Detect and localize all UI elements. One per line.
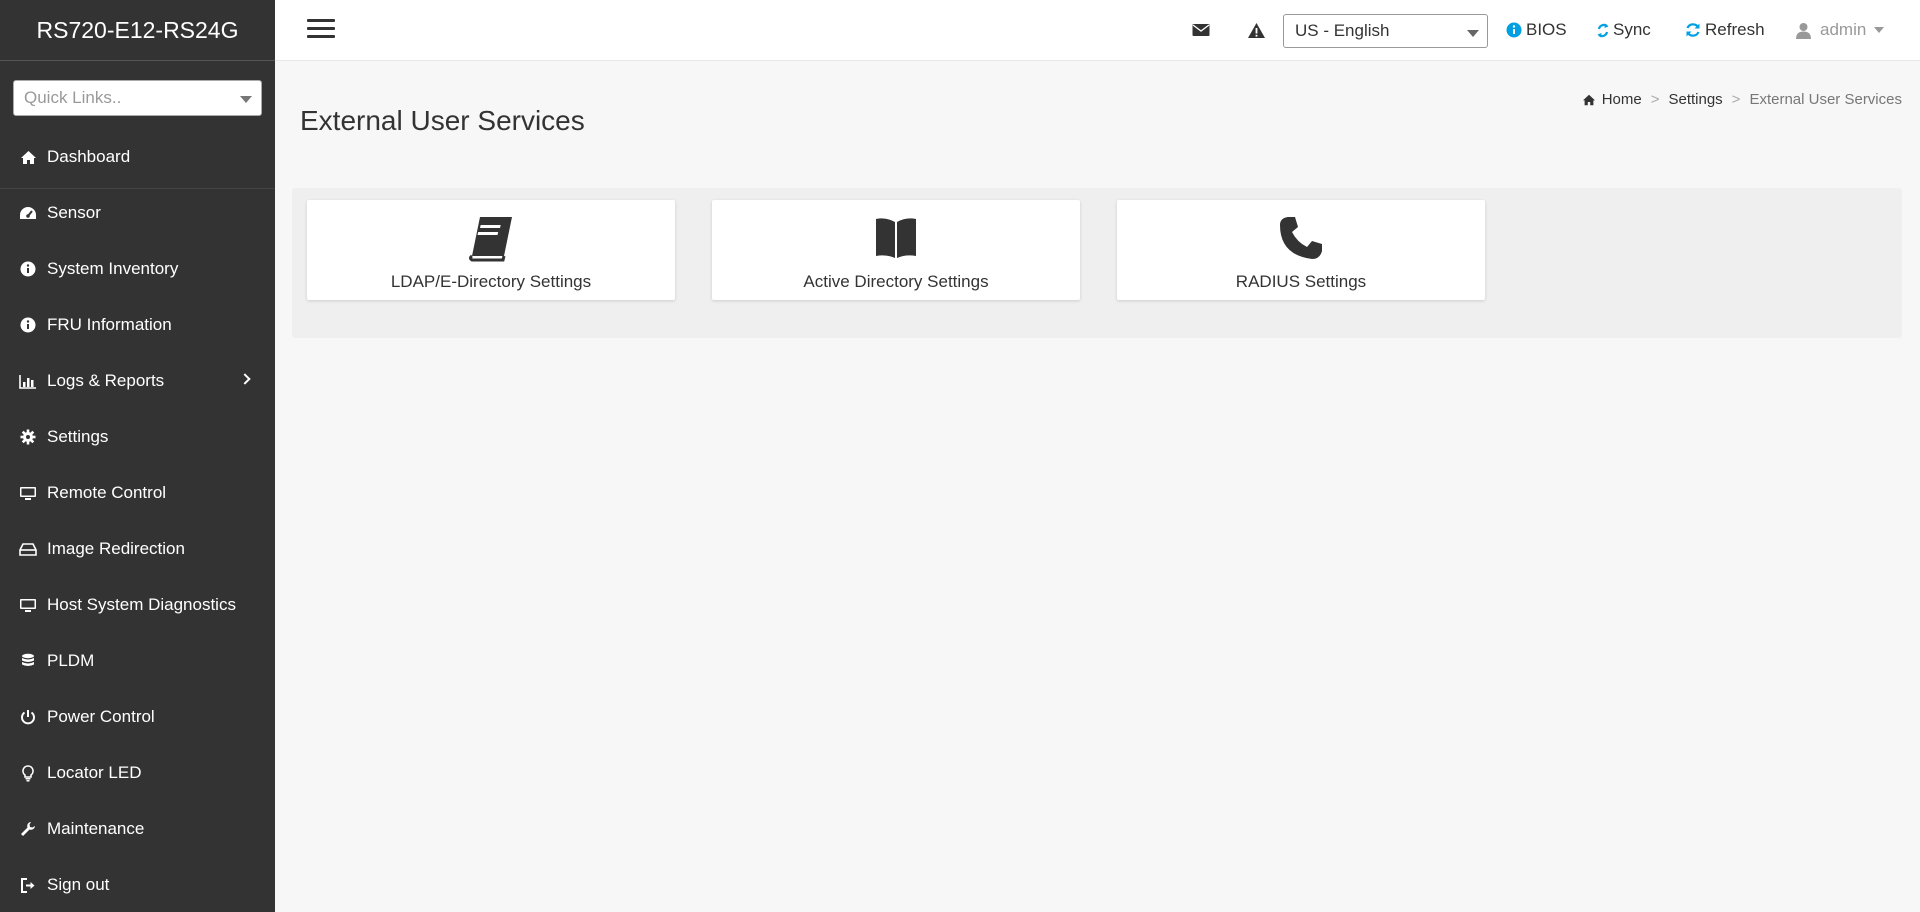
chevron-right-icon: [239, 373, 251, 385]
breadcrumb-home-label: Home: [1601, 91, 1642, 108]
sidebar-item-maintenance[interactable]: Maintenance: [0, 801, 275, 857]
chevron-down-icon: [1467, 30, 1479, 37]
user-menu[interactable]: admin: [1795, 18, 1885, 42]
top-bar: US - English BIOS Sync Refresh admin: [275, 0, 1920, 61]
language-select[interactable]: US - English: [1283, 14, 1488, 48]
card-label: LDAP/E-Directory Settings: [390, 272, 592, 291]
sidebar-item-host-system-diagnostics[interactable]: Host System Diagnostics: [0, 577, 275, 633]
refresh-icon: [1685, 22, 1701, 38]
power-icon: [18, 707, 38, 727]
card-ldap-settings[interactable]: LDAP/E-Directory Settings: [307, 200, 675, 300]
database-icon: [18, 651, 38, 671]
info-circle-icon: [1506, 22, 1522, 38]
open-book-icon: [874, 214, 918, 262]
wrench-icon: [18, 819, 38, 839]
services-panel: LDAP/E-Directory Settings Active Directo…: [292, 188, 1902, 338]
sidebar-item-label: Settings: [47, 427, 109, 446]
sidebar: RS720-E12-RS24G Quick Links.. Dashboard …: [0, 0, 275, 912]
sidebar-item-label: Remote Control: [47, 483, 167, 502]
sidebar-item-label: Dashboard: [47, 147, 131, 166]
monitor-icon: [18, 483, 38, 503]
user-label: admin: [1820, 20, 1867, 39]
sidebar-item-label: Locator LED: [47, 763, 142, 782]
breadcrumb: Home > Settings > External User Services: [1582, 91, 1902, 108]
lightbulb-icon: [18, 763, 38, 783]
card-radius-settings[interactable]: RADIUS Settings: [1117, 200, 1485, 300]
sidebar-nav: Dashboard Sensor System Inventory FRU In…: [0, 129, 275, 912]
sync-label: Sync: [1613, 20, 1651, 39]
quick-links-select[interactable]: Quick Links..: [13, 80, 262, 116]
sidebar-item-locator-led[interactable]: Locator LED: [0, 745, 275, 801]
breadcrumb-separator: >: [1650, 91, 1660, 108]
gauge-icon: [18, 203, 38, 223]
sidebar-item-label: Logs & Reports: [47, 371, 165, 390]
sidebar-item-remote-control[interactable]: Remote Control: [0, 465, 275, 521]
user-icon: [1795, 22, 1812, 39]
sidebar-item-label: System Inventory: [47, 259, 179, 278]
warning-icon[interactable]: [1245, 19, 1267, 41]
bios-label: BIOS: [1526, 20, 1567, 39]
card-active-directory-settings[interactable]: Active Directory Settings: [712, 200, 1080, 300]
sidebar-item-dashboard[interactable]: Dashboard: [0, 129, 275, 185]
phone-icon: [1278, 214, 1324, 262]
sidebar-item-fru-information[interactable]: FRU Information: [0, 297, 275, 353]
sync-icon: [1597, 23, 1609, 38]
book-icon: [466, 214, 516, 262]
sidebar-item-label: Maintenance: [47, 819, 145, 838]
envelope-icon[interactable]: [1190, 19, 1212, 41]
app-title: RS720-E12-RS24G: [0, 0, 275, 61]
sign-out-icon: [18, 875, 38, 895]
sidebar-item-label: Image Redirection: [47, 539, 185, 558]
breadcrumb-separator: >: [1731, 91, 1741, 108]
bar-chart-icon: [18, 371, 38, 391]
monitor-icon: [18, 595, 38, 615]
sidebar-item-label: PLDM: [47, 651, 95, 670]
sidebar-item-sign-out[interactable]: Sign out: [0, 857, 275, 912]
breadcrumb-settings[interactable]: Settings: [1668, 91, 1722, 108]
page-title: External User Services: [300, 105, 585, 136]
card-label: RADIUS Settings: [1235, 272, 1367, 291]
refresh-label: Refresh: [1705, 20, 1765, 39]
sidebar-item-label: Power Control: [47, 707, 155, 726]
sidebar-item-sensor[interactable]: Sensor: [0, 185, 275, 241]
sidebar-item-system-inventory[interactable]: System Inventory: [0, 241, 275, 297]
home-icon: [1582, 94, 1595, 105]
hamburger-menu-icon[interactable]: [307, 19, 335, 41]
drive-icon: [18, 539, 38, 559]
sidebar-item-logs-reports[interactable]: Logs & Reports: [0, 353, 275, 409]
breadcrumb-current: External User Services: [1749, 91, 1902, 108]
home-icon: [18, 147, 38, 167]
info-icon: [18, 315, 38, 335]
card-label: Active Directory Settings: [803, 272, 989, 291]
sidebar-item-label: Sign out: [47, 875, 110, 894]
quick-links-placeholder: Quick Links..: [24, 88, 122, 107]
language-select-value: US - English: [1295, 21, 1390, 40]
gear-icon: [18, 427, 38, 447]
sidebar-item-settings[interactable]: Settings: [0, 409, 275, 465]
sidebar-item-power-control[interactable]: Power Control: [0, 689, 275, 745]
refresh-link[interactable]: Refresh: [1685, 18, 1765, 42]
sidebar-item-label: Sensor: [47, 203, 101, 222]
sidebar-item-label: FRU Information: [47, 315, 172, 334]
sidebar-item-pldm[interactable]: PLDM: [0, 633, 275, 689]
sync-link[interactable]: Sync: [1597, 18, 1651, 42]
sidebar-item-label: Host System Diagnostics: [47, 595, 236, 614]
info-icon: [18, 259, 38, 279]
chevron-down-icon: [1874, 27, 1885, 33]
sidebar-item-image-redirection[interactable]: Image Redirection: [0, 521, 275, 577]
breadcrumb-home[interactable]: Home: [1582, 91, 1642, 108]
bios-link[interactable]: BIOS: [1506, 18, 1567, 42]
chevron-down-icon: [240, 96, 252, 103]
